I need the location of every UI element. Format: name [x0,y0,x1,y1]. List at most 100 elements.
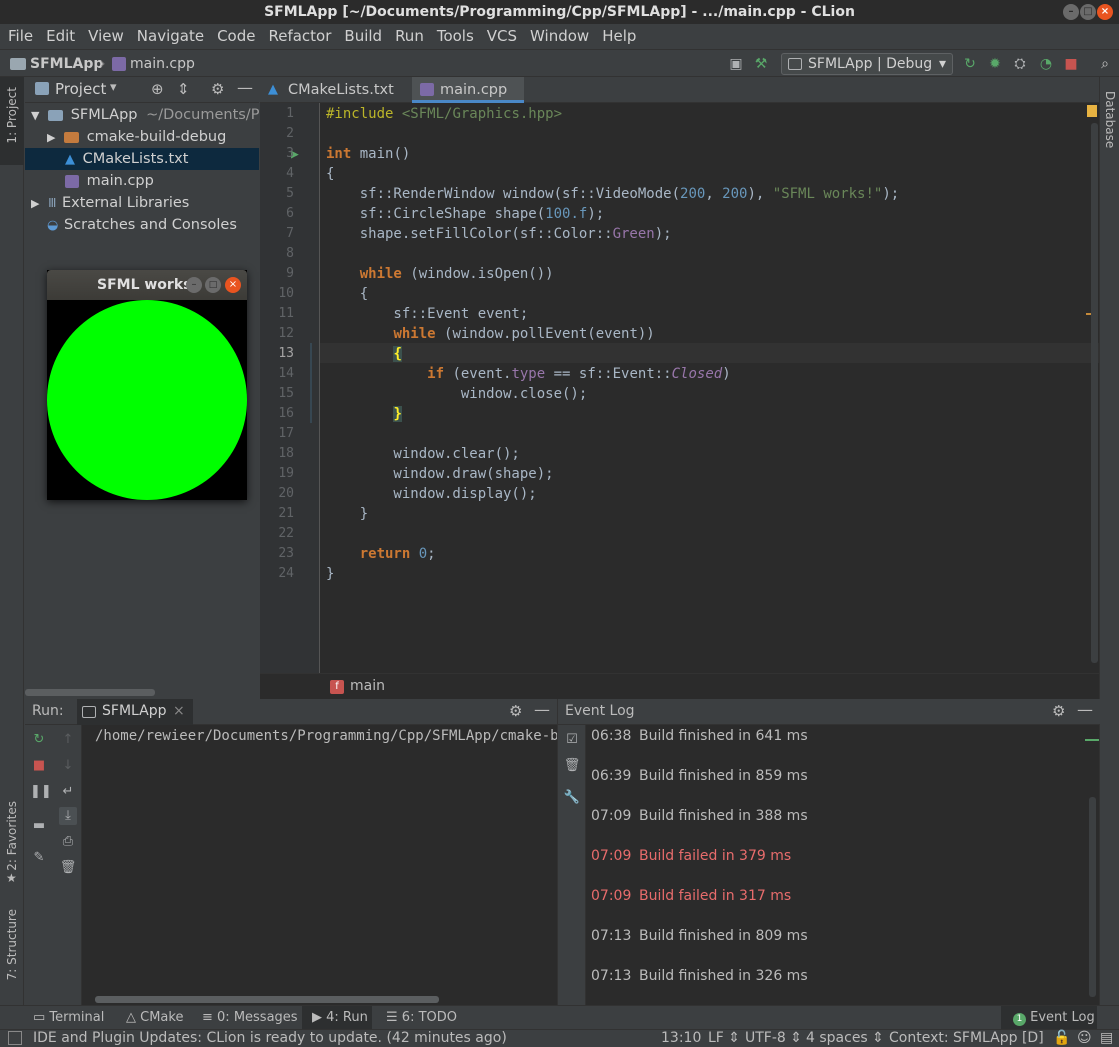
menu-window[interactable]: Window [530,24,589,48]
tab-structure-side[interactable]: 7: Structure [0,907,24,1002]
tree-item-sfmlapp[interactable]: ▼ SFMLApp ~/Documents/Pro [25,104,259,126]
tab-todo[interactable]: ☰ 6: TODO [386,1006,457,1030]
gear-icon[interactable]: ⚙ [509,702,522,720]
vertical-scrollbar[interactable] [1089,797,1096,997]
code-line[interactable]: #include <SFML/Graphics.hpp> [326,104,562,124]
menu-tools[interactable]: Tools [437,24,474,48]
project-view-select[interactable]: Project [55,80,106,98]
code-line[interactable]: { [326,164,334,184]
minimize-button[interactable]: – [1063,4,1079,20]
event-log-entry[interactable]: 07:09 Build failed in 379 ms [591,846,791,866]
search-icon[interactable]: ⌕ [1096,55,1114,73]
code-line[interactable]: } [326,504,368,524]
menu-help[interactable]: Help [602,24,636,48]
code-line[interactable]: window.display(); [326,484,536,504]
gear-icon[interactable]: ⚙ [211,80,224,98]
stop-icon[interactable]: ■ [1062,55,1080,73]
breadcrumb-file[interactable]: main.cpp [130,54,195,74]
collapse-all-icon[interactable]: ⇕ [177,80,190,98]
menu-edit[interactable]: Edit [46,24,75,48]
code-line[interactable]: while (window.isOpen()) [326,264,554,284]
event-log-entry[interactable]: 07:13 Build finished in 326 ms [591,966,808,986]
code-line[interactable]: window.close(); [326,384,587,404]
locate-icon[interactable]: ⊕ [151,80,164,98]
tab-run[interactable]: ▶ 4: Run [302,1006,372,1030]
close-window-button[interactable]: × [1097,4,1113,20]
sfml-close-button[interactable]: × [225,277,241,293]
tab-event-log[interactable]: 1 Event Log [1001,1006,1097,1030]
horizontal-scrollbar[interactable] [25,689,155,696]
maximize-button[interactable]: □ [1080,4,1096,20]
wrench-icon[interactable]: 🔧 [563,789,581,807]
tree-item-cmakelists[interactable]: ▲ CMakeLists.txt [25,148,259,170]
event-log-entry[interactable]: 07:09 Build finished in 388 ms [591,806,808,826]
event-log-entry[interactable]: 06:39 Build finished in 859 ms [591,766,808,786]
line-separator[interactable]: LF ⇕ [708,1028,740,1047]
indent-setting[interactable]: 4 spaces ⇕ [806,1028,884,1047]
run-tab-sfmlapp[interactable]: SFMLApp × [77,699,193,725]
code-line[interactable]: if (event.type == sf::Event::Closed) [326,364,730,384]
menu-vcs[interactable]: VCS [487,24,517,48]
code-line[interactable]: int main() [326,144,410,164]
tree-item-external-libraries[interactable]: ▶ Ⅲ External Libraries [25,192,259,214]
horizontal-scrollbar[interactable] [95,996,439,1003]
tab-messages[interactable]: ≡ 0: Messages [202,1006,298,1030]
pause-icon[interactable]: ❚❚ [30,783,52,801]
code-line[interactable]: { [326,344,402,364]
stop-icon[interactable]: ■ [30,757,48,775]
trash-icon[interactable]: 🗑 [59,859,77,877]
run-configuration-select[interactable]: SFMLApp | Debug ▾ [781,53,953,75]
event-count-icon[interactable]: ▤ [1100,1028,1113,1047]
pin-icon[interactable]: ✎ [30,849,48,867]
print-icon[interactable]: ⎙ [59,833,77,851]
vertical-scrollbar[interactable] [1091,123,1098,663]
event-log-entry[interactable]: 07:13 Build finished in 809 ms [591,926,808,946]
tab-main-cpp[interactable]: main.cpp × [412,77,524,124]
tree-item-scratches[interactable]: ◒ Scratches and Consoles [25,214,259,236]
menu-run[interactable]: Run [395,24,424,48]
code-line[interactable]: shape.setFillColor(sf::Color::Green); [326,224,672,244]
inspector-icon[interactable]: ☺ [1077,1028,1092,1047]
code-line[interactable]: return 0; [326,544,436,564]
code-line[interactable]: window.clear(); [326,444,519,464]
arrow-down-icon[interactable]: ↓ [59,757,77,775]
code-line[interactable]: } [326,564,334,584]
hide-panel-icon[interactable]: — [237,78,253,97]
code-editor[interactable]: ▶ 1 #include <SFML/Graphics.hpp> 2 3 int mai… [260,103,1099,673]
menu-refactor[interactable]: Refactor [268,24,331,48]
context-selector[interactable]: Context: SFMLApp [D] [889,1028,1044,1047]
tree-item-main-cpp[interactable]: main.cpp [25,170,259,192]
tab-terminal[interactable]: ▭ Terminal [33,1006,104,1030]
scroll-to-end-icon[interactable]: ⤓ [59,807,77,825]
menu-code[interactable]: Code [217,24,255,48]
coverage-icon[interactable]: ⛭ [1011,55,1029,73]
debug-bug-icon[interactable]: ✹ [986,55,1004,73]
event-log-entry[interactable]: 07:09 Build failed in 317 ms [591,886,791,906]
hide-panel-icon[interactable]: — [1077,700,1093,719]
code-line[interactable]: sf::Event event; [326,304,528,324]
sfml-minimize-button[interactable]: – [186,277,202,293]
chevron-down-icon[interactable]: ▾ [110,80,117,95]
menu-file[interactable]: File [8,24,33,48]
code-line[interactable]: window.draw(shape); [326,464,553,484]
code-line[interactable]: while (window.pollEvent(event)) [326,324,654,344]
gear-icon[interactable]: ⚙ [1052,702,1065,720]
lock-icon[interactable]: 🔓 [1053,1028,1070,1047]
close-tab-icon[interactable]: × [173,703,185,719]
arrow-up-icon[interactable]: ↑ [59,731,77,749]
menu-navigate[interactable]: Navigate [137,24,204,48]
tab-project-side[interactable]: 1: Project [0,77,24,165]
terminal-icon[interactable]: ▣ [727,55,745,73]
code-line[interactable]: sf::CircleShape shape(100.f); [326,204,604,224]
menu-build[interactable]: Build [344,24,382,48]
profiler-icon[interactable]: ◔ [1037,55,1055,73]
event-log-entry[interactable]: 06:38 Build finished in 641 ms [591,726,808,746]
build-hammer-icon[interactable]: ⚒ [752,55,770,73]
breadcrumb-project[interactable]: SFMLApp [30,54,103,74]
tab-database-side[interactable]: Database [1100,83,1119,163]
tab-cmake[interactable]: △ CMake [126,1006,183,1030]
caret-position[interactable]: 13:10 [661,1028,701,1047]
code-line[interactable]: } [326,404,402,424]
tree-item-cmake-build-debug[interactable]: ▶ cmake-build-debug [25,126,259,148]
layout-icon[interactable]: ▬ [30,817,48,835]
